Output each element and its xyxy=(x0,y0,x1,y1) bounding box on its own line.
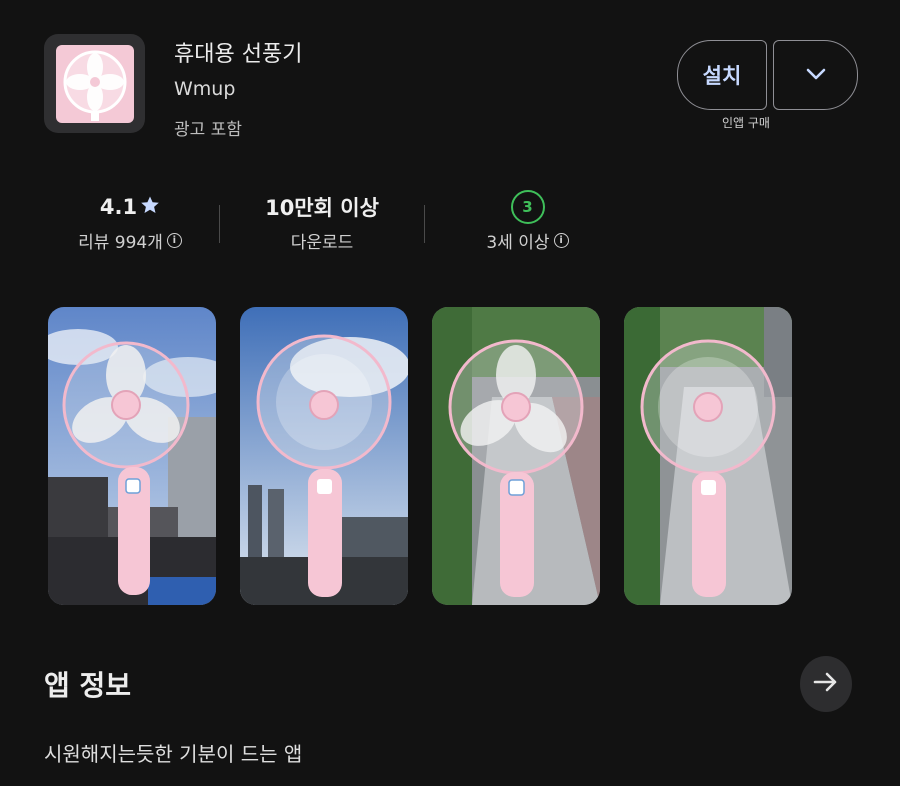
app-title: 휴대용 선풍기 xyxy=(174,42,303,67)
pink-fan-icon xyxy=(55,44,134,123)
info-icon[interactable]: i xyxy=(553,233,569,248)
rating-value: 4.1 xyxy=(99,195,138,219)
install-options-button[interactable] xyxy=(773,40,858,110)
downloads-stat: 10만회 이상 다운로드 xyxy=(232,192,412,253)
age-rating-stat[interactable]: 3 3세 이상 i xyxy=(440,190,615,253)
stat-divider xyxy=(424,205,425,243)
screenshot-2[interactable] xyxy=(240,307,408,605)
age-rating-badge: 3 xyxy=(510,190,545,224)
in-app-purchase-note: 인앱 구매 xyxy=(722,116,770,130)
ads-label: 광고 포함 xyxy=(174,120,242,140)
about-section-title: 앱 정보 xyxy=(44,669,132,702)
star-icon xyxy=(140,195,160,220)
age-rating-label: 3세 이상 xyxy=(486,233,550,253)
install-button-label: 설치 xyxy=(702,64,742,88)
chevron-down-icon xyxy=(805,66,827,85)
screenshot-3[interactable] xyxy=(432,307,600,605)
screenshot-4[interactable] xyxy=(624,307,792,605)
screenshot-1[interactable] xyxy=(48,307,216,605)
stat-divider xyxy=(219,205,220,243)
downloads-value: 10만회 이상 xyxy=(265,196,379,220)
developer-link[interactable]: Wmup xyxy=(174,78,235,100)
arrow-right-icon xyxy=(813,671,839,697)
install-button[interactable]: 설치 xyxy=(677,40,767,110)
review-count: 리뷰 994개 xyxy=(78,233,163,253)
info-icon[interactable]: i xyxy=(166,233,182,248)
downloads-label: 다운로드 xyxy=(290,233,354,253)
app-description: 시원해지는듯한 기분이 드는 앱 xyxy=(44,742,303,766)
app-icon[interactable] xyxy=(44,34,145,133)
rating-stat[interactable]: 4.1 리뷰 994개 i xyxy=(40,192,220,253)
about-more-button[interactable] xyxy=(800,656,852,712)
